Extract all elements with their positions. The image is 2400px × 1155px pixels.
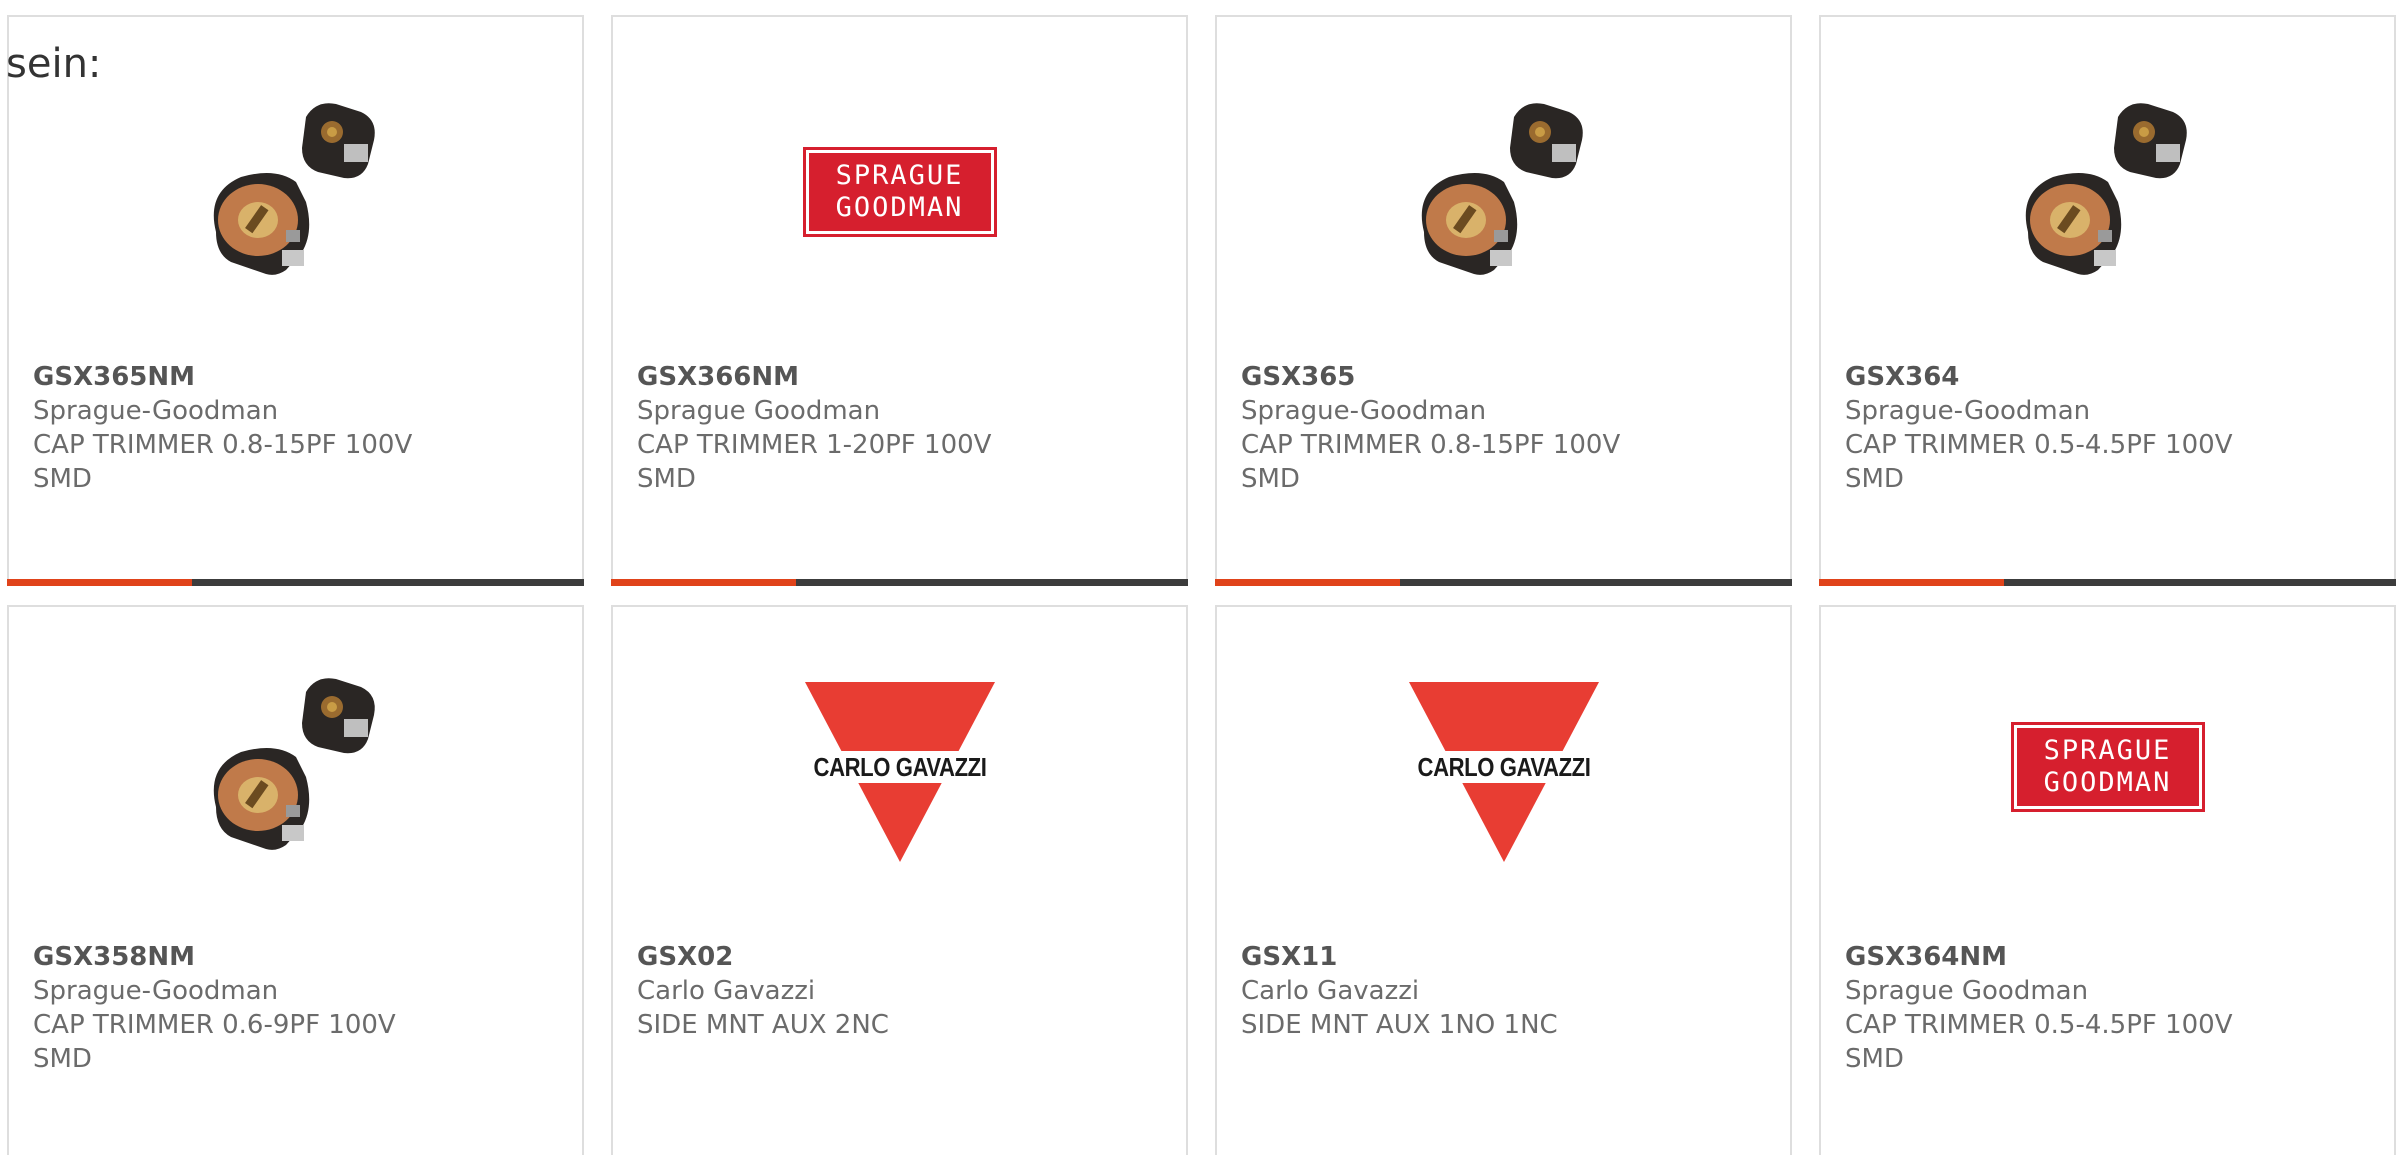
sprague-goodman-logo: SPRAGUE GOODMAN (2010, 722, 2205, 812)
product-card-gsx02[interactable]: CARLO GAVAZZI GSX02 Carlo Gavazzi SIDE M… (611, 605, 1188, 1155)
product-description: CAP TRIMMER 0.5-4.5PF 100V (1845, 1010, 2233, 1040)
product-info: GSX358NM Sprague-Goodman CAP TRIMMER 0.6… (33, 940, 453, 1076)
product-info: GSX364 Sprague-Goodman CAP TRIMMER 0.5-4… (1845, 360, 2265, 496)
part-number-link[interactable]: GSX11 (1241, 940, 1661, 974)
part-number-link[interactable]: GSX365NM (33, 360, 453, 394)
product-description: CAP TRIMMER 1-20PF 100V SMD (637, 430, 992, 494)
intro-text: sein: (6, 41, 102, 87)
brand-logo-image: CARLO GAVAZZI (1217, 657, 1790, 877)
manufacturer-name: Sprague-Goodman (1241, 396, 1487, 426)
manufacturer-name: Sprague-Goodman (33, 396, 279, 426)
product-description: SIDE MNT AUX 2NC (637, 1010, 889, 1040)
trimmer-capacitor-image (9, 82, 582, 302)
logo-text: CARLO GAVAZZI (1401, 751, 1606, 783)
card-progress-fill (1819, 579, 2004, 586)
carlo-gavazzi-logo: CARLO GAVAZZI (1384, 667, 1624, 867)
product-info: GSX02 Carlo Gavazzi SIDE MNT AUX 2NC (637, 940, 1057, 1042)
brand-logo-image: SPRAGUE GOODMAN (1821, 657, 2394, 877)
manufacturer-name: Sprague Goodman (637, 396, 881, 426)
trimmer-capacitor-icon (213, 678, 375, 850)
card-progress-bar (7, 579, 584, 586)
brand-logo-image: SPRAGUE GOODMAN (613, 82, 1186, 302)
card-progress-fill (1215, 579, 1400, 586)
product-info: GSX11 Carlo Gavazzi SIDE MNT AUX 1NO 1NC (1241, 940, 1661, 1042)
card-progress-bar (1215, 579, 1792, 586)
card-progress-bar (1819, 579, 2396, 586)
trimmer-capacitor-image (1217, 82, 1790, 302)
product-description: SIDE MNT AUX 1NO 1NC (1241, 1010, 1558, 1040)
part-number-link[interactable]: GSX364 (1845, 360, 2265, 394)
manufacturer-name: Carlo Gavazzi (1241, 976, 1420, 1006)
trimmer-capacitor-image (1821, 82, 2394, 302)
product-description-cont: SMD (1241, 464, 1300, 494)
product-card-gsx365[interactable]: GSX365 Sprague-Goodman CAP TRIMMER 0.8-1… (1215, 15, 1792, 586)
logo-text: CARLO GAVAZZI (797, 751, 1002, 783)
sprague-goodman-logo: SPRAGUE GOODMAN (802, 147, 997, 237)
product-info: GSX365NM Sprague-Goodman CAP TRIMMER 0.8… (33, 360, 453, 496)
logo-line-2: GOODMAN (2043, 767, 2172, 798)
product-description-cont: SMD (1845, 1044, 1904, 1074)
trimmer-capacitor-icon (2025, 103, 2187, 275)
product-description-cont: SMD (1845, 464, 1904, 494)
product-grid-page: sein: GSX365NM Sprague-Goodman CAP TRIMM… (0, 0, 2400, 1155)
logo-line-1: SPRAGUE (2043, 735, 2172, 766)
product-card-gsx365nm[interactable]: GSX365NM Sprague-Goodman CAP TRIMMER 0.8… (7, 15, 584, 586)
product-card-gsx358nm[interactable]: GSX358NM Sprague-Goodman CAP TRIMMER 0.6… (7, 605, 584, 1155)
carlo-gavazzi-logo: CARLO GAVAZZI (780, 667, 1020, 867)
manufacturer-name: Sprague-Goodman (1845, 396, 2091, 426)
product-description: CAP TRIMMER 0.8-15PF 100V (33, 430, 413, 460)
product-card-gsx366nm[interactable]: SPRAGUE GOODMAN GSX366NM Sprague Goodman… (611, 15, 1188, 586)
card-progress-fill (7, 579, 192, 586)
card-progress-bar (611, 579, 1188, 586)
part-number-link[interactable]: GSX02 (637, 940, 1057, 974)
product-info: GSX366NM Sprague Goodman CAP TRIMMER 1-2… (637, 360, 1057, 496)
part-number-link[interactable]: GSX365 (1241, 360, 1661, 394)
product-description: CAP TRIMMER 0.5-4.5PF 100V (1845, 430, 2233, 460)
trimmer-capacitor-image (9, 657, 582, 877)
card-progress-fill (611, 579, 796, 586)
logo-line-2: GOODMAN (835, 192, 964, 223)
brand-logo-image: CARLO GAVAZZI (613, 657, 1186, 877)
product-description: CAP TRIMMER 0.8-15PF 100V (1241, 430, 1621, 460)
part-number-link[interactable]: GSX364NM (1845, 940, 2265, 974)
product-card-gsx364nm[interactable]: SPRAGUE GOODMAN GSX364NM Sprague Goodman… (1819, 605, 2396, 1155)
product-card-gsx11[interactable]: CARLO GAVAZZI GSX11 Carlo Gavazzi SIDE M… (1215, 605, 1792, 1155)
manufacturer-name: Sprague-Goodman (33, 976, 279, 1006)
product-description: CAP TRIMMER 0.6-9PF 100V SMD (33, 1010, 396, 1074)
trimmer-capacitor-icon (1421, 103, 1583, 275)
logo-line-1: SPRAGUE (835, 160, 964, 191)
product-description-cont: SMD (33, 464, 92, 494)
product-card-gsx364[interactable]: GSX364 Sprague-Goodman CAP TRIMMER 0.5-4… (1819, 15, 2396, 586)
trimmer-capacitor-icon (213, 103, 375, 275)
manufacturer-name: Carlo Gavazzi (637, 976, 816, 1006)
manufacturer-name: Sprague Goodman (1845, 976, 2089, 1006)
part-number-link[interactable]: GSX366NM (637, 360, 1057, 394)
part-number-link[interactable]: GSX358NM (33, 940, 453, 974)
product-info: GSX364NM Sprague Goodman CAP TRIMMER 0.5… (1845, 940, 2265, 1076)
product-info: GSX365 Sprague-Goodman CAP TRIMMER 0.8-1… (1241, 360, 1661, 496)
